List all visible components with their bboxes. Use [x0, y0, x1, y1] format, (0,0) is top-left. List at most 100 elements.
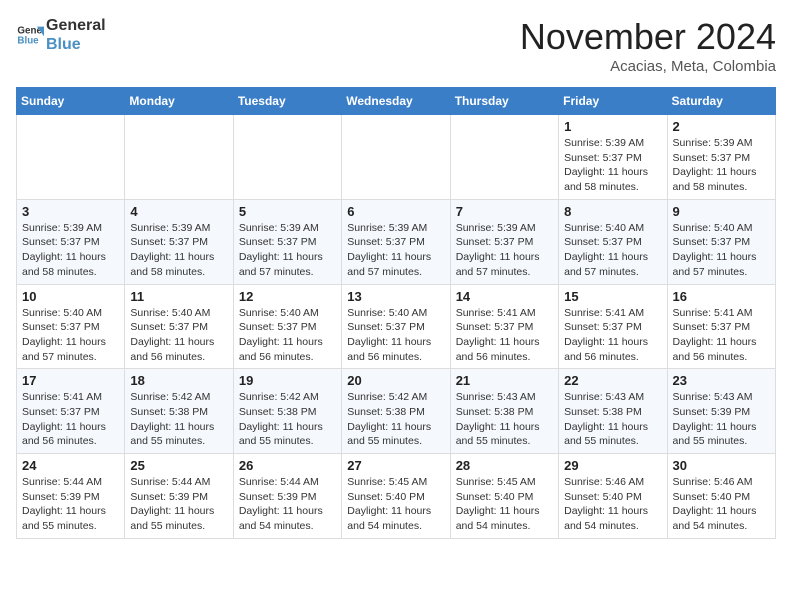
day-number: 23 [673, 373, 770, 388]
calendar-week-row: 24 Sunrise: 5:44 AM Sunset: 5:39 PM Dayli… [17, 454, 776, 539]
day-info: Sunrise: 5:46 AM Sunset: 5:40 PM Dayligh… [564, 475, 661, 534]
day-number: 13 [347, 289, 444, 304]
day-number: 5 [239, 204, 336, 219]
calendar-cell: 13Sunrise: 5:40 AM Sunset: 5:37 PM Dayli… [342, 284, 450, 369]
svg-text:Blue: Blue [17, 36, 39, 47]
calendar-week-row: 17 Sunrise: 5:41 AM Sunset: 5:37 PM Dayli… [17, 369, 776, 454]
day-number: 15 [564, 289, 661, 304]
day-info: Sunrise: 5:41 AM Sunset: 5:37 PM Dayligh… [456, 306, 553, 365]
day-info: Sunrise: 5:40 AM Sunset: 5:37 PM Dayligh… [130, 306, 227, 365]
day-info: Sunrise: 5:44 AM Sunset: 5:39 PM Dayligh… [130, 475, 227, 534]
day-number: 27 [347, 458, 444, 473]
logo-blue: Blue [46, 35, 106, 54]
day-number: 29 [564, 458, 661, 473]
day-info: Sunrise: 5:40 AM Sunset: 5:37 PM Dayligh… [564, 221, 661, 280]
day-number: 11 [130, 289, 227, 304]
calendar-cell: 17 Sunrise: 5:41 AM Sunset: 5:37 PM Dayli… [17, 369, 125, 454]
calendar-cell: 16Sunrise: 5:41 AM Sunset: 5:37 PM Dayli… [667, 284, 775, 369]
day-info: Sunrise: 5:39 AM Sunset: 5:37 PM Dayligh… [456, 221, 553, 280]
day-number: 28 [456, 458, 553, 473]
calendar-cell: 22 Sunrise: 5:43 AM Sunset: 5:38 PM Dayli… [559, 369, 667, 454]
calendar-cell: 1 Sunrise: 5:39 AM Sunset: 5:37 PM Daylig… [559, 115, 667, 200]
calendar-week-row: 3Sunrise: 5:39 AM Sunset: 5:37 PM Daylig… [17, 199, 776, 284]
day-number: 22 [564, 373, 661, 388]
logo-general: General [46, 16, 106, 35]
day-info: Sunrise: 5:39 AM Sunset: 5:37 PM Dayligh… [564, 136, 661, 195]
calendar-cell: 6 Sunrise: 5:39 AM Sunset: 5:37 PM Daylig… [342, 199, 450, 284]
day-number: 24 [22, 458, 119, 473]
day-info: Sunrise: 5:43 AM Sunset: 5:38 PM Dayligh… [564, 390, 661, 449]
weekday-header: Sunday [17, 88, 125, 115]
calendar-cell: 12 Sunrise: 5:40 AM Sunset: 5:37 PM Dayli… [233, 284, 341, 369]
day-number: 17 [22, 373, 119, 388]
day-info: Sunrise: 5:39 AM Sunset: 5:37 PM Dayligh… [347, 221, 444, 280]
day-info: Sunrise: 5:39 AM Sunset: 5:37 PM Dayligh… [673, 136, 770, 195]
day-info: Sunrise: 5:43 AM Sunset: 5:38 PM Dayligh… [456, 390, 553, 449]
day-info: Sunrise: 5:40 AM Sunset: 5:37 PM Dayligh… [239, 306, 336, 365]
calendar-cell [342, 115, 450, 200]
day-number: 1 [564, 119, 661, 134]
calendar-table: SundayMondayTuesdayWednesdayThursdayFrid… [16, 87, 776, 539]
day-info: Sunrise: 5:41 AM Sunset: 5:37 PM Dayligh… [673, 306, 770, 365]
location: Acacias, Meta, Colombia [520, 58, 776, 75]
day-info: Sunrise: 5:41 AM Sunset: 5:37 PM Dayligh… [22, 390, 119, 449]
calendar-cell: 29 Sunrise: 5:46 AM Sunset: 5:40 PM Dayli… [559, 454, 667, 539]
day-number: 18 [130, 373, 227, 388]
day-info: Sunrise: 5:39 AM Sunset: 5:37 PM Dayligh… [22, 221, 119, 280]
weekday-header: Thursday [450, 88, 558, 115]
logo: General Blue General Blue [16, 16, 106, 54]
day-info: Sunrise: 5:39 AM Sunset: 5:37 PM Dayligh… [239, 221, 336, 280]
calendar-cell: 2 Sunrise: 5:39 AM Sunset: 5:37 PM Daylig… [667, 115, 775, 200]
day-info: Sunrise: 5:44 AM Sunset: 5:39 PM Dayligh… [22, 475, 119, 534]
calendar-cell: 14 Sunrise: 5:41 AM Sunset: 5:37 PM Dayli… [450, 284, 558, 369]
calendar-week-row: 10 Sunrise: 5:40 AM Sunset: 5:37 PM Dayli… [17, 284, 776, 369]
calendar-cell: 15 Sunrise: 5:41 AM Sunset: 5:37 PM Dayli… [559, 284, 667, 369]
day-info: Sunrise: 5:41 AM Sunset: 5:37 PM Dayligh… [564, 306, 661, 365]
calendar-cell: 30 Sunrise: 5:46 AM Sunset: 5:40 PM Dayli… [667, 454, 775, 539]
day-number: 10 [22, 289, 119, 304]
weekday-header: Tuesday [233, 88, 341, 115]
day-info: Sunrise: 5:40 AM Sunset: 5:37 PM Dayligh… [22, 306, 119, 365]
title-block: November 2024 Acacias, Meta, Colombia [520, 16, 776, 75]
day-info: Sunrise: 5:39 AM Sunset: 5:37 PM Dayligh… [130, 221, 227, 280]
calendar-cell [125, 115, 233, 200]
weekday-header: Saturday [667, 88, 775, 115]
day-number: 14 [456, 289, 553, 304]
weekday-header: Friday [559, 88, 667, 115]
calendar-cell: 25 Sunrise: 5:44 AM Sunset: 5:39 PM Dayli… [125, 454, 233, 539]
calendar-cell: 27Sunrise: 5:45 AM Sunset: 5:40 PM Dayli… [342, 454, 450, 539]
day-number: 6 [347, 204, 444, 219]
day-number: 20 [347, 373, 444, 388]
day-number: 25 [130, 458, 227, 473]
logo-icon: General Blue [16, 21, 44, 49]
calendar-cell: 18 Sunrise: 5:42 AM Sunset: 5:38 PM Dayli… [125, 369, 233, 454]
day-number: 2 [673, 119, 770, 134]
calendar-cell: 24 Sunrise: 5:44 AM Sunset: 5:39 PM Dayli… [17, 454, 125, 539]
day-info: Sunrise: 5:44 AM Sunset: 5:39 PM Dayligh… [239, 475, 336, 534]
calendar-cell: 4Sunrise: 5:39 AM Sunset: 5:37 PM Daylig… [125, 199, 233, 284]
calendar-cell: 10 Sunrise: 5:40 AM Sunset: 5:37 PM Dayli… [17, 284, 125, 369]
weekday-header: Monday [125, 88, 233, 115]
weekday-header: Wednesday [342, 88, 450, 115]
calendar-cell: 8 Sunrise: 5:40 AM Sunset: 5:37 PM Daylig… [559, 199, 667, 284]
day-number: 9 [673, 204, 770, 219]
calendar-cell: 28Sunrise: 5:45 AM Sunset: 5:40 PM Dayli… [450, 454, 558, 539]
day-number: 19 [239, 373, 336, 388]
calendar-cell [233, 115, 341, 200]
day-number: 21 [456, 373, 553, 388]
calendar-cell: 20Sunrise: 5:42 AM Sunset: 5:38 PM Dayli… [342, 369, 450, 454]
day-number: 26 [239, 458, 336, 473]
calendar-cell: 21 Sunrise: 5:43 AM Sunset: 5:38 PM Dayli… [450, 369, 558, 454]
day-info: Sunrise: 5:42 AM Sunset: 5:38 PM Dayligh… [130, 390, 227, 449]
day-number: 7 [456, 204, 553, 219]
day-info: Sunrise: 5:42 AM Sunset: 5:38 PM Dayligh… [239, 390, 336, 449]
day-info: Sunrise: 5:43 AM Sunset: 5:39 PM Dayligh… [673, 390, 770, 449]
day-number: 12 [239, 289, 336, 304]
calendar-cell: 23 Sunrise: 5:43 AM Sunset: 5:39 PM Dayli… [667, 369, 775, 454]
day-number: 30 [673, 458, 770, 473]
calendar-cell: 3Sunrise: 5:39 AM Sunset: 5:37 PM Daylig… [17, 199, 125, 284]
day-number: 8 [564, 204, 661, 219]
day-info: Sunrise: 5:46 AM Sunset: 5:40 PM Dayligh… [673, 475, 770, 534]
calendar-cell: 7 Sunrise: 5:39 AM Sunset: 5:37 PM Daylig… [450, 199, 558, 284]
calendar-cell: 19 Sunrise: 5:42 AM Sunset: 5:38 PM Dayli… [233, 369, 341, 454]
